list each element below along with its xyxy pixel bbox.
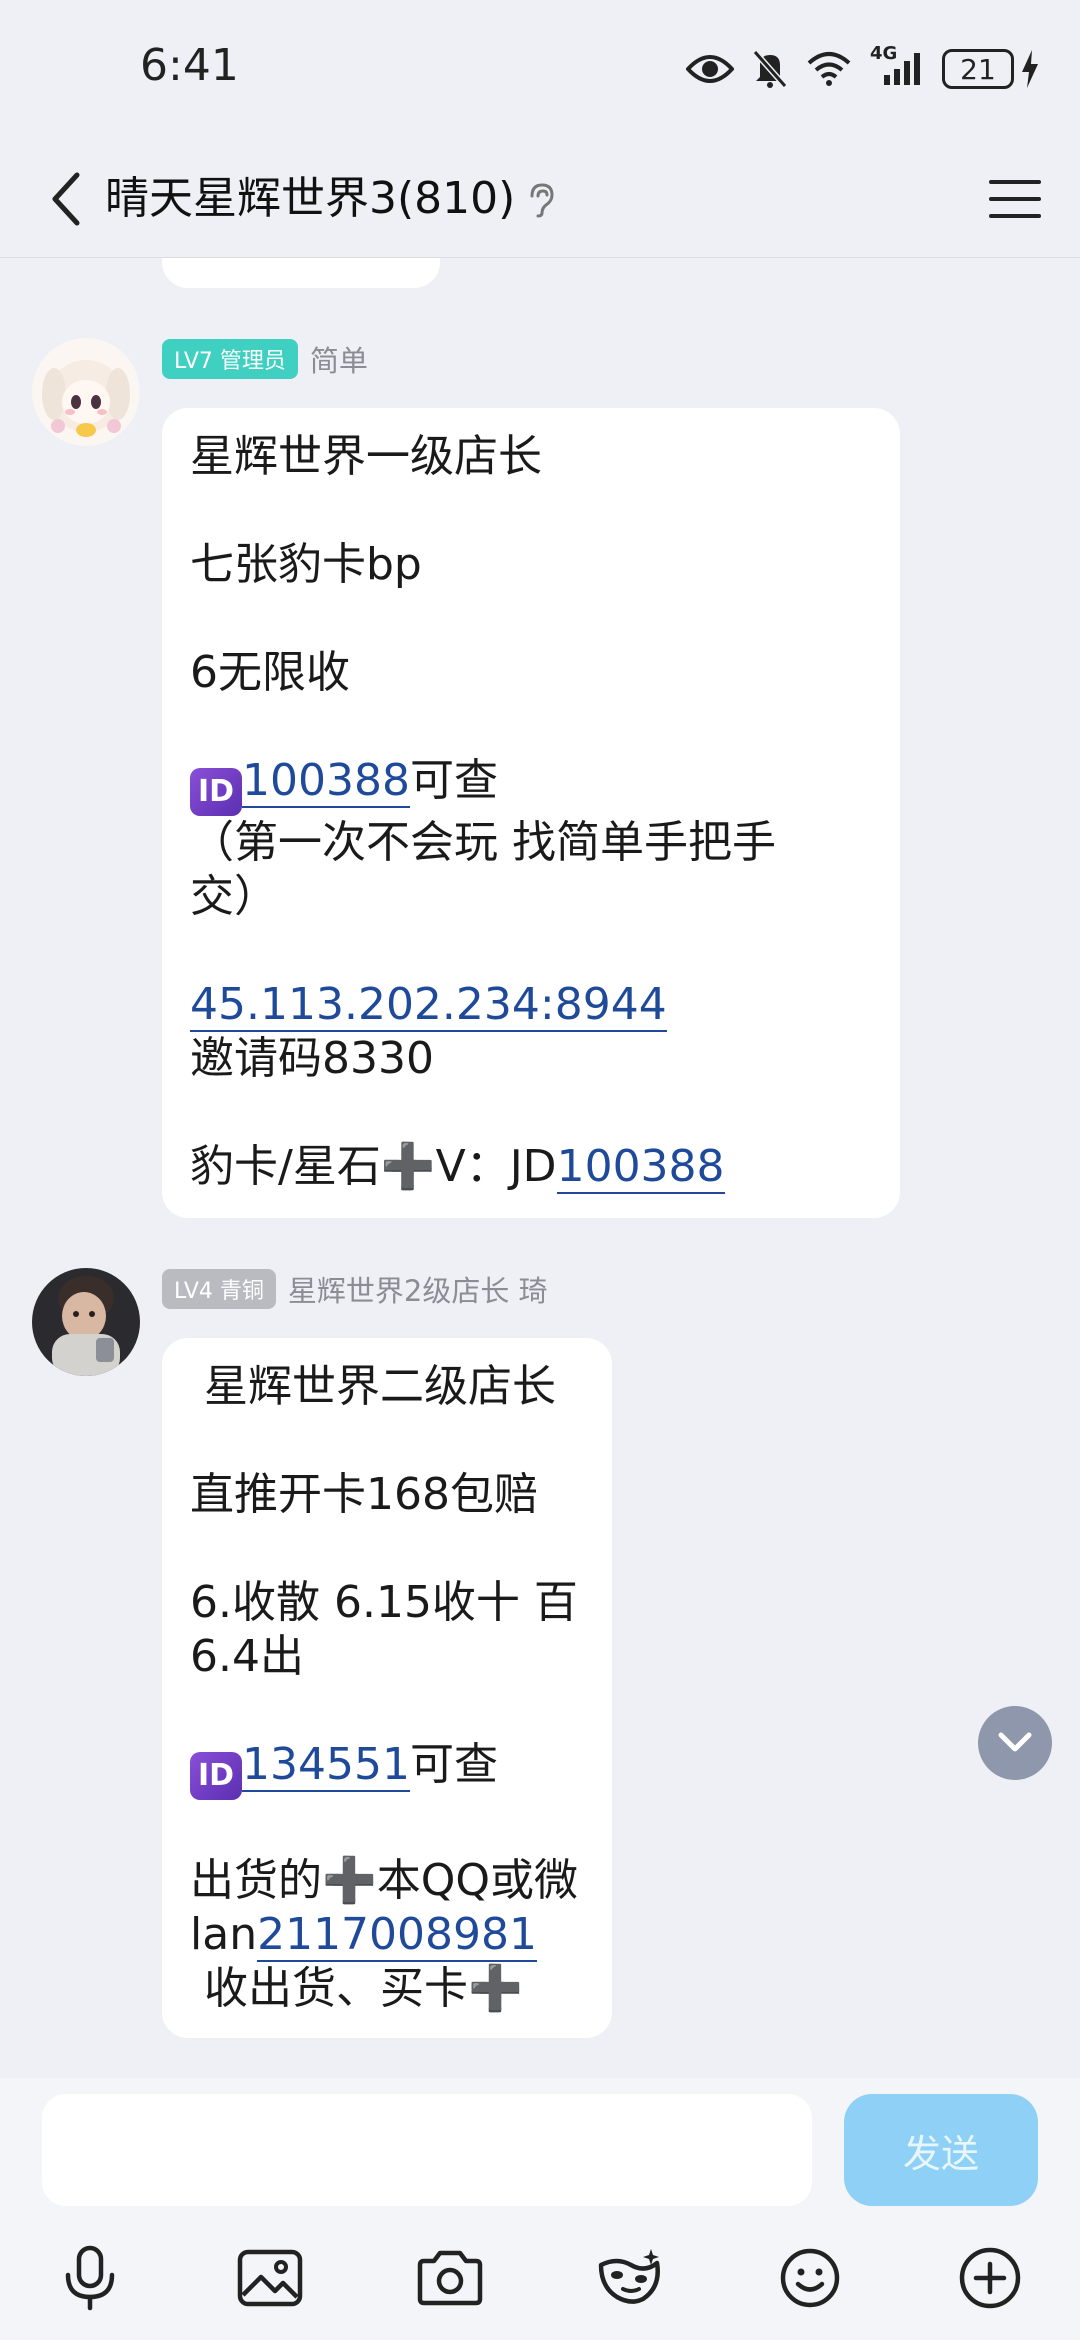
sender-name[interactable]: 星辉世界2级店长 琦 [288,1268,548,1310]
id-suffix: 可查 [409,1739,498,1790]
mute-bell-icon [752,49,788,89]
message-line: 邀请码8330 [190,1033,434,1084]
message-line: lan2117008981 [190,1908,584,1962]
charging-icon [1020,50,1040,88]
message-line: 6无限收 [190,647,350,698]
message-line: （第一次不会玩 找简单手把手 [190,817,776,868]
cellular-signal-icon: 4G [870,43,924,89]
ear-icon[interactable] [524,182,558,218]
message-line: 星辉世界二级店长 [190,1361,556,1412]
message-line: 七张豹卡bp [190,539,422,590]
voice-button[interactable] [52,2240,128,2316]
id-link[interactable]: 100388 [242,755,410,808]
image-button[interactable] [232,2240,308,2316]
chat-header: 晴天星辉世界3(810) [0,140,1080,258]
camera-button[interactable] [412,2240,488,2316]
chat-screen: 6:41 4G 21 晴天星辉世界3(810) LV7 管理员 简单 星辉世界一… [0,0,1080,2340]
camera-icon [417,2250,483,2306]
battery-level: 21 [942,49,1014,89]
id-emoji-icon: ID [190,768,242,816]
sender-meta-2: LV4 青铜 星辉世界2级店长 琦 [162,1268,548,1310]
chat-title[interactable]: 晴天星辉世界3(810) [105,164,515,234]
message-line: 出货的➕本QQ或微 [190,1855,579,1906]
message-line: 交） [190,871,278,922]
message-list[interactable]: LV7 管理员 简单 星辉世界一级店长 七张豹卡bp 6无限收 ID 100388可查（… [0,258,1080,2078]
message-line: 星辉世界一级店长 [190,431,542,482]
eye-icon [686,51,734,87]
smiley-icon [780,2248,840,2308]
microphone-icon [65,2245,115,2311]
message-input[interactable] [42,2094,812,2206]
scroll-to-bottom-button[interactable] [978,1706,1052,1780]
contact-link[interactable]: 100388 [556,1141,725,1194]
wifi-icon [806,51,852,87]
status-time: 6:41 [140,40,239,91]
contact-prefix: lan [190,1909,258,1960]
input-area: 发送 [0,2078,1080,2340]
more-button[interactable] [952,2240,1028,2316]
contact-prefix: 豹卡/星石➕V：JD [190,1141,557,1192]
message-line: 直推开卡168包赔 [190,1469,538,1520]
message-line: ID 100388可查 [190,754,872,816]
battery-indicator: 21 [942,49,1040,89]
message-line: 豹卡/星石➕V：JD100388 [190,1140,872,1194]
hamburger-menu-icon [989,180,1041,218]
image-icon [237,2249,303,2307]
emoji-button[interactable] [772,2240,848,2316]
mask-button[interactable] [592,2240,668,2316]
message-line: 45.113.202.234:8944 [190,978,872,1032]
message-line: 6.收散 6.15收十 百 [190,1577,578,1628]
level-badge: LV4 青铜 [162,1269,276,1309]
id-link[interactable]: 134551 [242,1739,410,1792]
level-badge: LV7 管理员 [162,339,298,379]
network-type: 4G [870,43,898,64]
menu-button[interactable] [980,164,1050,234]
message-line: 6.4出 [190,1631,304,1682]
avatar-sender-2[interactable] [32,1268,140,1376]
previous-message-bubble[interactable] [162,258,440,288]
status-bar: 6:41 4G 21 [0,0,1080,140]
message-bubble-1[interactable]: 星辉世界一级店长 七张豹卡bp 6无限收 ID 100388可查 （第一次不会玩 找简单手… [162,408,900,1218]
send-button[interactable]: 发送 [844,2094,1038,2206]
ip-link[interactable]: 45.113.202.234:8944 [190,979,667,1032]
mask-icon [598,2249,660,2304]
back-button[interactable] [30,164,100,234]
status-icons: 4G 21 [686,43,1040,94]
phone-link[interactable]: 2117008981 [257,1909,538,1962]
sender-name[interactable]: 简单 [310,338,368,380]
input-toolbar [0,2228,1080,2328]
message-line: ID 134551可查 [190,1738,584,1800]
sender-meta-1: LV7 管理员 简单 [162,338,368,380]
id-suffix: 可查 [409,755,498,806]
id-emoji-icon: ID [190,1752,242,1800]
message-line: 收出货、买卡➕ [190,1963,523,2014]
message-bubble-2[interactable]: 星辉世界二级店长 直推开卡168包赔 6.收散 6.15收十 百 6.4出 ID 1345… [162,1338,612,2038]
plus-circle-icon [959,2247,1021,2309]
avatar-sender-1[interactable] [32,338,140,446]
chevron-down-icon [998,1732,1032,1752]
chevron-left-icon [52,172,80,226]
